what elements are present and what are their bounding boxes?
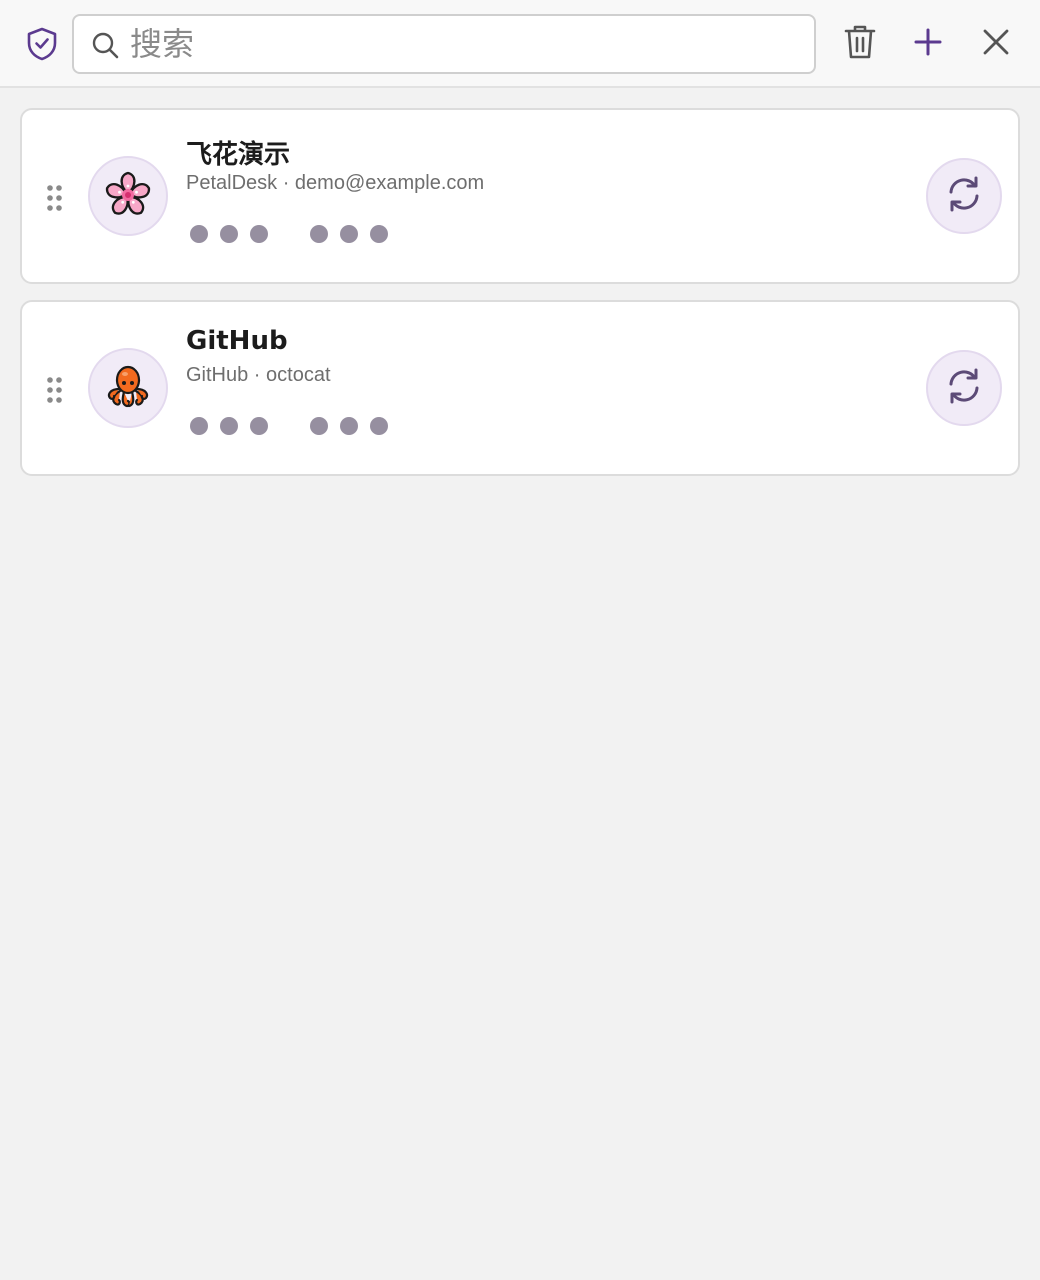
close-button[interactable] xyxy=(974,22,1018,66)
masked-code[interactable] xyxy=(190,416,400,436)
drag-handle-icon[interactable] xyxy=(46,184,64,212)
plus-icon xyxy=(913,27,943,62)
account-card[interactable]: GitHub GitHub · octocat xyxy=(20,300,1020,476)
avatar xyxy=(88,348,168,428)
masked-code[interactable] xyxy=(190,224,400,244)
octopus-icon xyxy=(103,361,153,416)
refresh-button[interactable] xyxy=(926,158,1002,234)
account-card[interactable]: 飞花演示 PetalDesk · demo@example.com xyxy=(20,108,1020,284)
account-title: 飞花演示 xyxy=(186,140,291,170)
search-input[interactable] xyxy=(130,22,800,66)
refresh-icon xyxy=(944,174,984,219)
refresh-icon xyxy=(944,366,984,411)
shield-check-icon xyxy=(24,26,60,62)
delete-button[interactable] xyxy=(838,22,882,66)
toolbar xyxy=(0,0,1040,88)
drag-handle-icon[interactable] xyxy=(46,376,64,404)
account-subtitle: GitHub · octocat xyxy=(186,364,331,386)
search-icon xyxy=(90,30,120,60)
add-button[interactable] xyxy=(906,22,950,66)
refresh-button[interactable] xyxy=(926,350,1002,426)
account-subtitle: PetalDesk · demo@example.com xyxy=(186,172,485,194)
cherry-blossom-icon xyxy=(103,169,153,224)
search-box[interactable] xyxy=(72,14,816,74)
close-icon xyxy=(982,28,1010,61)
trash-icon xyxy=(843,23,877,66)
avatar xyxy=(88,156,168,236)
account-title: GitHub xyxy=(186,326,288,356)
